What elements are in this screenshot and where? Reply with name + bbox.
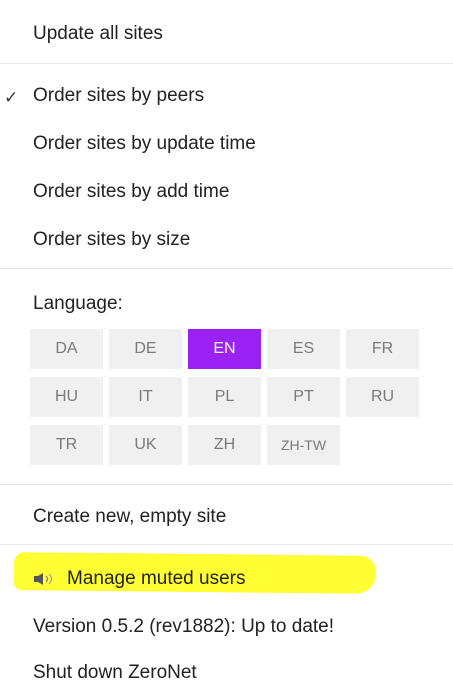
- lang-button-da[interactable]: DA: [30, 329, 103, 369]
- manage-muted-users-label: Manage muted users: [67, 568, 246, 589]
- lang-button-zh[interactable]: ZH: [188, 425, 261, 465]
- lang-button-fr[interactable]: FR: [346, 329, 419, 369]
- lang-button-ru[interactable]: RU: [346, 377, 419, 417]
- lang-button-pl[interactable]: PL: [188, 377, 261, 417]
- order-by-add-time-item[interactable]: Order sites by add time: [33, 180, 229, 204]
- lang-button-uk[interactable]: UK: [109, 425, 182, 465]
- speaker-muted-icon: [34, 573, 53, 585]
- lang-button-zh-tw[interactable]: ZH-TW: [267, 425, 340, 465]
- separator: [0, 268, 453, 269]
- check-icon: ✓: [4, 88, 19, 107]
- separator: [0, 63, 453, 64]
- shutdown-item[interactable]: Shut down ZeroNet: [33, 661, 197, 685]
- lang-button-pt[interactable]: PT: [267, 377, 340, 417]
- lang-button-de[interactable]: DE: [109, 329, 182, 369]
- lang-button-es[interactable]: ES: [267, 329, 340, 369]
- language-label: Language:: [33, 293, 123, 314]
- lang-button-tr[interactable]: TR: [30, 425, 103, 465]
- version-item[interactable]: Version 0.5.2 (rev1882): Up to date!: [33, 615, 334, 639]
- lang-button-it[interactable]: IT: [109, 377, 182, 417]
- separator: [0, 484, 453, 485]
- create-new-site-item[interactable]: Create new, empty site: [33, 505, 226, 529]
- manage-muted-users-item[interactable]: Manage muted users: [33, 567, 246, 591]
- lang-button-hu[interactable]: HU: [30, 377, 103, 417]
- language-grid: DA DE EN ES FR HU IT PL PT RU TR UK ZH Z…: [30, 329, 419, 465]
- zeronet-settings-menu: Update all sites ✓ Order sites by peers …: [0, 0, 453, 700]
- order-by-update-time-item[interactable]: Order sites by update time: [33, 132, 256, 156]
- separator: [0, 544, 453, 545]
- order-by-size-item[interactable]: Order sites by size: [33, 228, 190, 252]
- update-all-sites-item[interactable]: Update all sites: [33, 22, 163, 46]
- lang-button-en[interactable]: EN: [188, 329, 261, 369]
- order-by-peers-item[interactable]: Order sites by peers: [33, 84, 204, 108]
